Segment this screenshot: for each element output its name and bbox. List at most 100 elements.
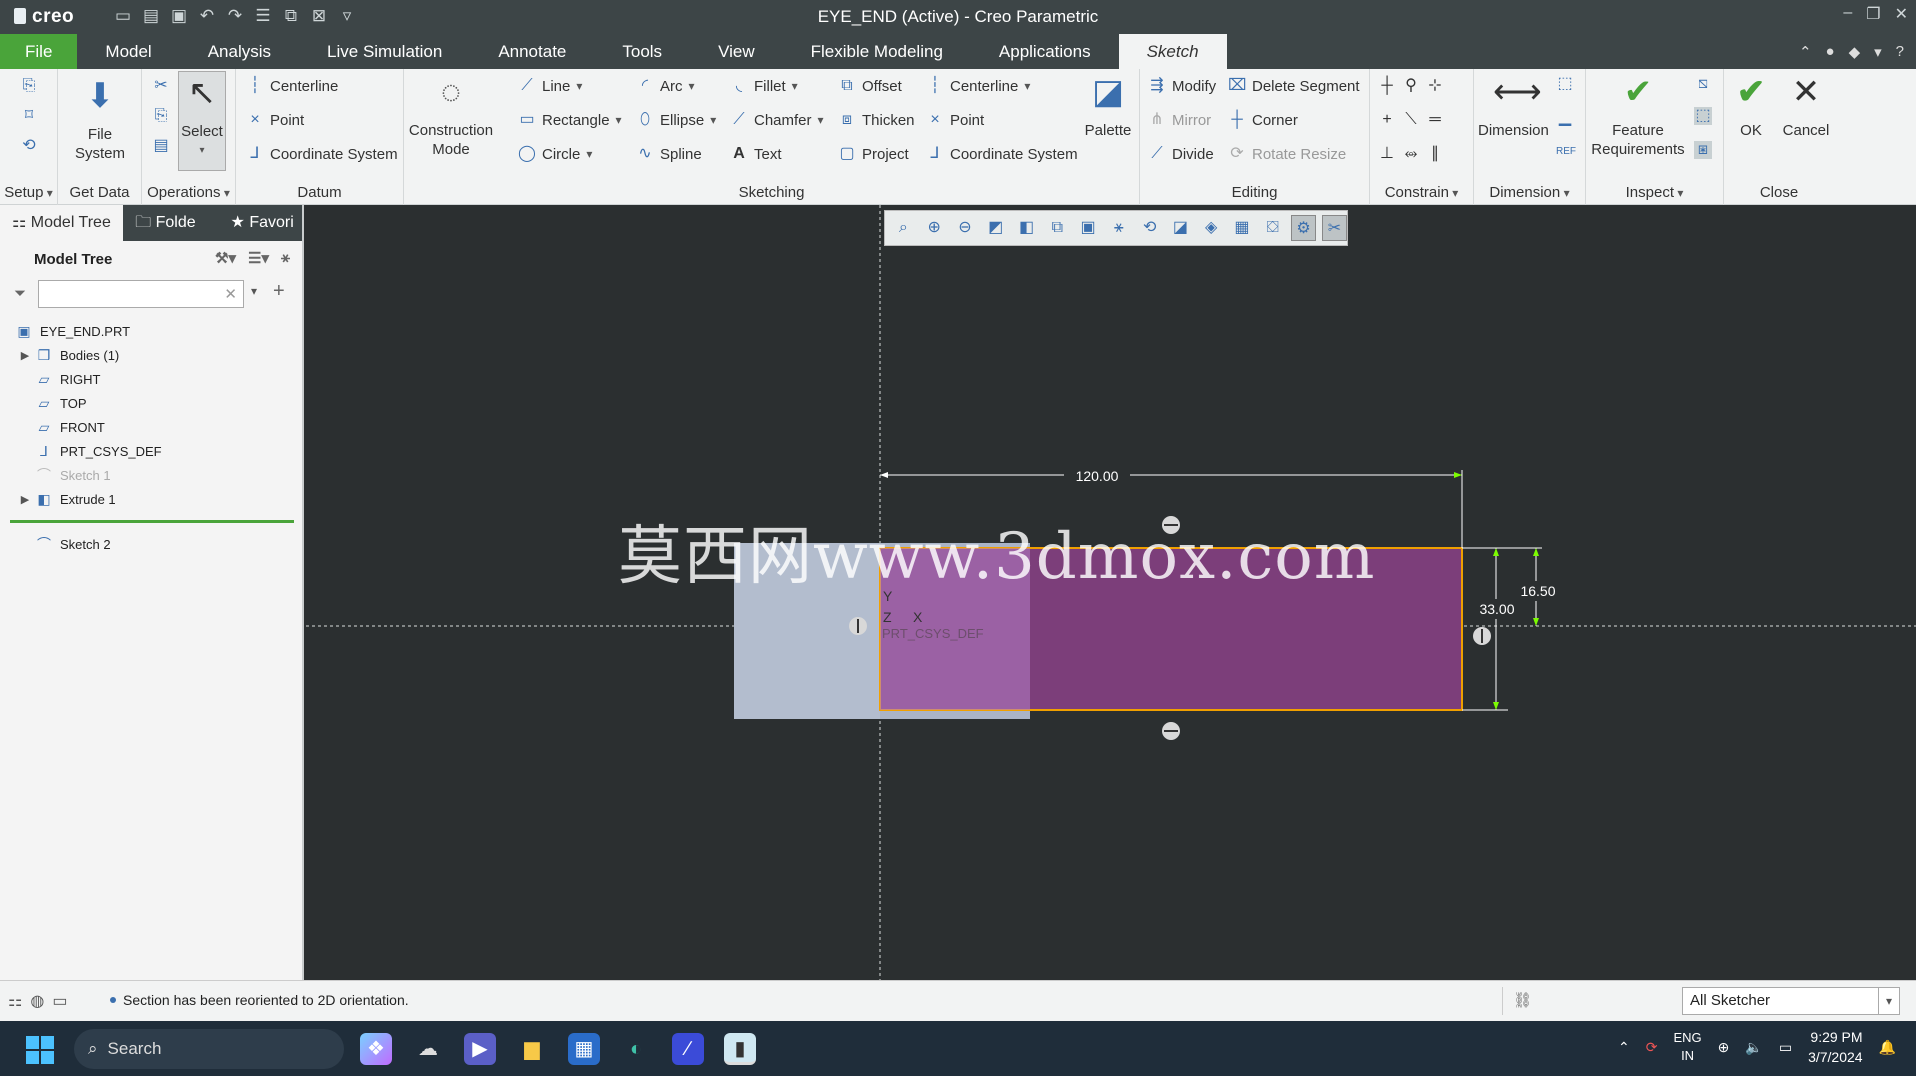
expand-arrow-icon[interactable]: ▶ xyxy=(16,493,34,506)
datum-point-button[interactable]: × Point xyxy=(246,111,304,129)
fillet-button[interactable]: ◟ Fillet xyxy=(730,77,798,95)
project-button[interactable]: ▢ Project xyxy=(838,145,908,163)
overlapping-geometry-icon[interactable]: ⧅ xyxy=(1694,75,1712,93)
tree-item-bodies-1[interactable]: ▶ ❒ Bodies (1) xyxy=(0,343,302,367)
sketch-point-button[interactable]: × Point xyxy=(926,111,984,129)
selection-filter-select[interactable]: All Sketcher xyxy=(1682,987,1900,1015)
cancel-button[interactable]: ✕ Cancel xyxy=(1778,71,1834,140)
chamfer-button[interactable]: ⟋ Chamfer xyxy=(730,111,824,129)
dimension-button[interactable]: ⟷ Dimension xyxy=(1478,71,1549,140)
add-filter-icon[interactable]: + xyxy=(273,280,285,303)
spline-button[interactable]: ∿ Spline xyxy=(636,145,701,163)
tree-item-top[interactable]: ▱ TOP xyxy=(0,391,302,415)
sketch-csys-button[interactable]: ⅃ Coordinate System xyxy=(926,145,1078,163)
windows-start-icon[interactable] xyxy=(26,1036,54,1064)
tree-item-eye-end-prt[interactable]: ▣ EYE_END.PRT xyxy=(0,319,302,343)
dimension-label[interactable]: Dimension xyxy=(1474,184,1585,201)
redo-icon[interactable]: ↷ xyxy=(224,5,246,27)
file-explorer-icon[interactable]: ▆ xyxy=(516,1033,548,1065)
show-navigator-icon[interactable]: ⚏ xyxy=(8,991,22,1011)
symmetric-constraint-icon[interactable]: ⥈ xyxy=(1402,145,1420,163)
datum-centerline-button[interactable]: ┆ Centerline xyxy=(246,77,338,95)
undo-icon[interactable]: ↶ xyxy=(196,5,218,27)
annotation-display-icon[interactable]: ⟲ xyxy=(1137,215,1162,241)
store-icon[interactable]: ▦ xyxy=(568,1033,600,1065)
copilot-icon[interactable]: ❖ xyxy=(360,1033,392,1065)
open-icon[interactable]: ▤ xyxy=(140,5,162,27)
rotate-resize-button[interactable]: ⟳ Rotate Resize xyxy=(1228,145,1346,163)
cut-icon[interactable]: ✂ xyxy=(152,77,170,95)
search-options-chevron-icon[interactable]: ▾ xyxy=(251,284,257,298)
tab-analysis[interactable]: Analysis xyxy=(180,34,299,69)
sync-icon[interactable]: ⟳ xyxy=(1646,1039,1658,1056)
graphics-window[interactable]: 120.00 33.00 16.50 Y Z X PRT_CSYS_DEF 莫西网www.3… xyxy=(306,205,1916,980)
zoom-out-icon[interactable]: ⊖ xyxy=(953,215,978,241)
datum-display-icon[interactable]: ⚹ xyxy=(1106,215,1131,241)
tab-model-tree[interactable]: ⚏ Model Tree xyxy=(0,205,124,241)
constraint-display-icon[interactable]: ✂ xyxy=(1322,215,1347,241)
mirror-button[interactable]: ⋔ Mirror xyxy=(1148,111,1211,129)
insert-indicator[interactable] xyxy=(10,520,294,523)
rectangle-button[interactable]: ▭ Rectangle xyxy=(518,111,622,129)
zoom-in-icon[interactable]: ⊕ xyxy=(922,215,947,241)
regenerate-icon[interactable]: ☰ xyxy=(252,5,274,27)
select-button[interactable]: ↖ Select ▾ xyxy=(178,71,226,171)
sketch-centerline-button[interactable]: ┆ Centerline xyxy=(926,77,1030,95)
reference-icon[interactable]: ⌑ xyxy=(20,107,38,125)
clear-search-icon[interactable]: ✕ xyxy=(224,285,237,303)
tree-item-extrude-1[interactable]: ▶ ◧ Extrude 1 xyxy=(0,487,302,511)
tree-columns-icon[interactable]: ⚹ xyxy=(281,249,290,267)
volume-icon[interactable]: 🔈 xyxy=(1745,1039,1762,1056)
battery-icon[interactable]: ▭ xyxy=(1779,1039,1792,1056)
perpendicular-constraint-icon[interactable]: ⊥ xyxy=(1378,145,1396,163)
vertical-constraint-icon[interactable]: ┼ xyxy=(1378,77,1396,95)
horizontal-constraint-icon[interactable]: + xyxy=(1378,111,1396,129)
tree-search-input[interactable]: ✕ xyxy=(38,280,244,308)
copy-icon[interactable]: ⎘ xyxy=(152,107,170,125)
close-window-icon[interactable]: ⊠ xyxy=(308,5,330,27)
sketch-view-icon[interactable]: ⟲ xyxy=(20,137,38,155)
model-display-icon[interactable]: ▦ xyxy=(1230,215,1255,241)
constrain-label[interactable]: Constrain xyxy=(1370,184,1473,201)
creo-taskbar-icon[interactable]: ▮ xyxy=(724,1033,756,1065)
close-icon[interactable]: ✕ xyxy=(1895,4,1908,24)
sketch-canvas[interactable]: 120.00 33.00 16.50 YZ XPRT_CSYS_DEF xyxy=(306,205,1916,980)
new-icon[interactable]: ▭ xyxy=(112,5,134,27)
highlight-open-ends-icon[interactable]: ⬚ xyxy=(1694,107,1712,125)
tab-annotate[interactable]: Annotate xyxy=(470,34,594,69)
tree-item-sketch-1[interactable]: ⌒ Sketch 1 xyxy=(0,463,302,487)
minimize-icon[interactable]: – xyxy=(1843,4,1852,24)
saved-orientations-icon[interactable]: ⧉ xyxy=(1045,215,1070,241)
inspect-label[interactable]: Inspect xyxy=(1586,184,1723,201)
tab-model[interactable]: Model xyxy=(77,34,179,69)
text-button[interactable]: A Text xyxy=(730,145,781,163)
notifications-icon[interactable]: 🔔 xyxy=(1879,1039,1896,1056)
find-icon[interactable]: ⛓ xyxy=(1502,987,1542,1015)
show-browser-icon[interactable]: ◍ xyxy=(30,991,44,1011)
ok-button[interactable]: ✔ OK xyxy=(1728,71,1774,140)
parallel-constraint-icon[interactable]: ∥ xyxy=(1426,145,1444,163)
sketch-view-icon[interactable]: ◈ xyxy=(1199,215,1224,241)
sketch-setup-icon[interactable]: ⎘ xyxy=(20,77,38,95)
tab-sketch[interactable]: Sketch xyxy=(1118,34,1227,69)
delete-segment-button[interactable]: ⌧ Delete Segment xyxy=(1228,77,1360,95)
filter-icon[interactable]: ⏷ xyxy=(14,285,26,302)
coincident-constraint-icon[interactable]: ⟍ xyxy=(1402,111,1420,129)
tree-settings-icon[interactable]: ⚒▾ xyxy=(215,249,236,267)
equal-constraint-icon[interactable]: ═ xyxy=(1426,111,1444,129)
csys-display-icon[interactable]: ⛋ xyxy=(1260,215,1285,241)
search-commands-icon[interactable]: ● xyxy=(1826,43,1835,61)
ellipse-button[interactable]: ⬯ Ellipse xyxy=(636,111,716,129)
tree-item-right[interactable]: ▱ RIGHT xyxy=(0,367,302,391)
tree-item-front[interactable]: ▱ FRONT xyxy=(0,415,302,439)
learning-icon[interactable]: ◆ xyxy=(1849,43,1861,61)
refit-icon[interactable]: ⌕ xyxy=(891,215,916,241)
palette-button[interactable]: ◪ Palette xyxy=(1080,71,1136,140)
sketcher-display-icon[interactable]: ⚙ xyxy=(1291,215,1317,241)
weather-icon[interactable]: ☁ xyxy=(412,1033,444,1065)
restore-icon[interactable]: ❐ xyxy=(1866,4,1880,24)
corner-button[interactable]: ┼ Corner xyxy=(1228,111,1298,129)
help-icon[interactable]: ? xyxy=(1896,43,1904,61)
reference-dimension-icon[interactable]: REF xyxy=(1556,143,1576,161)
mathcad-icon[interactable]: ∕ xyxy=(672,1033,704,1065)
